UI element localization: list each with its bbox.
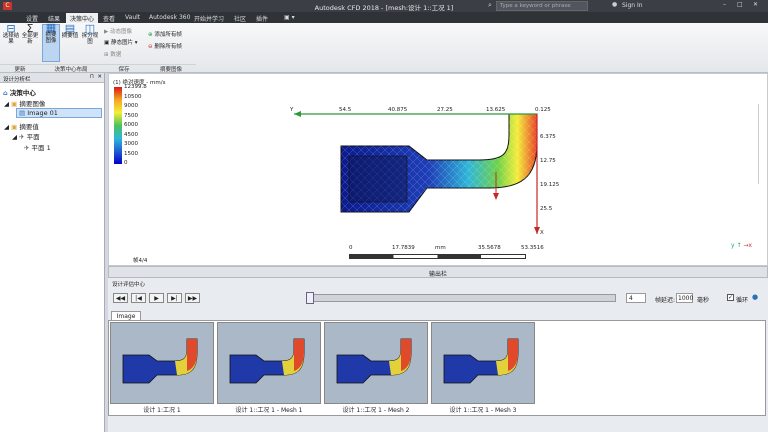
pipe-geometry (340, 113, 538, 213)
loop-checkbox[interactable]: ✓ (727, 294, 734, 301)
summary-value-button[interactable]: ▤ 摘要值 (61, 23, 79, 39)
next-frame-button[interactable]: ▶| (167, 293, 182, 303)
design-analysis-panel: 设计分析栏 ⊓ ✕ ⌂ 决策中心 ◢ ▣ 摘要图像 ▤ Image 01 ◢ ▣… (0, 73, 105, 432)
expand-icon[interactable]: ◢ (4, 123, 9, 131)
thumbnail-mesh-3[interactable] (431, 322, 535, 404)
interval-label: 帧延迟: (655, 297, 676, 304)
thumbnail-plot (443, 338, 519, 384)
plane-icon: ✈ (24, 144, 30, 152)
add-all-frames-button[interactable]: ⊕ 添加所有帧 (148, 30, 182, 38)
tab-autodesk-360[interactable]: Autodesk 360 (145, 13, 194, 23)
group-summary-image: 摘要图像 (146, 64, 196, 73)
maximize-icon[interactable]: □ (737, 1, 743, 8)
help-icon[interactable]: ● (752, 293, 758, 301)
group-update: 更新 (0, 64, 40, 73)
user-icon: ● (612, 1, 618, 8)
tab-addins[interactable]: 插件 (252, 13, 272, 23)
scale-label: mm (435, 245, 446, 251)
minimize-icon[interactable]: – (723, 1, 726, 8)
thumbnail-caption: 设计 1:工况 1 (143, 407, 181, 414)
interval-input[interactable]: 1000 (676, 293, 693, 303)
panel-header: 设计分析栏 ⊓ ✕ (0, 73, 104, 83)
delete-all-frames-button[interactable]: ⊖ 删除所有帧 (148, 42, 182, 50)
panel-close-icon[interactable]: ✕ (97, 74, 102, 80)
ribbon: ⊟ 选择结果 Σ 全部更新 ▦ 摘要图像 ▤ 摘要值 ◫ 拆分视图 ▶ 动态图像… (0, 22, 768, 73)
x-arrow-icon (534, 227, 540, 234)
y-arrow-icon (294, 111, 301, 117)
folder-icon: ▣ (11, 100, 18, 108)
frame-slider-track[interactable] (308, 294, 616, 302)
graphics-viewport[interactable]: (1) 绝对速度 - mm/s 12399.8 10500 9000 7500 6000… (108, 73, 768, 266)
scale-bar (349, 254, 526, 259)
frame-number-input[interactable]: 4 (626, 293, 646, 303)
thumbnail-case-1[interactable] (110, 322, 214, 404)
tab-view[interactable]: 查看 (99, 13, 119, 23)
scale-labels: 0 17.7839 mm 35.5678 53.3516 (109, 245, 768, 253)
select-results-button[interactable]: ⊟ 选择结果 (2, 23, 20, 46)
pin-icon[interactable]: ⊓ (90, 74, 94, 80)
dynamic-image-button[interactable]: ▶ 动态图像 (104, 27, 132, 35)
loop-label: 循环 (736, 297, 749, 304)
sign-in-link[interactable]: Sign In (622, 2, 643, 9)
static-image-button[interactable]: ▣ 静态图片 ▾ (104, 38, 137, 46)
update-all-button[interactable]: Σ 全部更新 (21, 23, 39, 46)
tab-get-started[interactable]: 开始并学习 (190, 13, 228, 23)
scale-label: 17.7839 (392, 245, 415, 251)
flow-plot (294, 111, 540, 234)
thumbnail-mesh-2[interactable] (324, 322, 428, 404)
folder-icon: ▣ (11, 123, 18, 131)
scale-label: 0 (349, 245, 353, 251)
add-frame-icon: ⊕ (148, 32, 153, 38)
thumbnail-caption: 设计 1::工况 1 - Mesh 2 (342, 407, 410, 414)
output-bar[interactable]: 输出栏 (108, 266, 768, 278)
close-icon[interactable]: ✕ (753, 1, 758, 8)
frame-counter: 帧4/4 (133, 258, 148, 264)
window-title: Autodesk CFD 2018 - [mesh:设计 1::工况 1] (314, 4, 454, 12)
tree-item-summary-values[interactable]: ◢ ▣ 摘要值 (4, 121, 39, 131)
summary-image-button[interactable]: ▦ 摘要图像 (42, 22, 60, 62)
thumbnail-mesh-1[interactable] (217, 322, 321, 404)
tree-item-planes[interactable]: ◢ ✈ 平面 (12, 131, 40, 141)
last-frame-button[interactable]: ▶▶ (185, 293, 200, 303)
camera-icon[interactable]: ▣ ▾ (280, 13, 299, 23)
image-icon: ▤ (19, 109, 26, 117)
nav-wheel[interactable] (758, 104, 766, 184)
thumbnail-caption: 设计 1::工况 1 - Mesh 1 (235, 407, 303, 414)
play-button[interactable]: ▶ (149, 293, 164, 303)
thumbnail-plot (336, 338, 412, 384)
ribbon-tab-bar: 设置 结果 决策中心 查看 Vault Autodesk 360 开始并学习 社… (0, 12, 768, 23)
thumbnail-plot (122, 338, 198, 384)
tree-item-summary-images[interactable]: ◢ ▣ 摘要图像 (4, 98, 45, 108)
search-icon[interactable]: ⌕ (488, 1, 492, 10)
search-input[interactable]: Type a keyword or phrase (496, 1, 588, 11)
thumbnail-plot (229, 338, 305, 384)
delete-frame-icon: ⊖ (148, 44, 153, 50)
tab-vault[interactable]: Vault (121, 13, 144, 23)
decision-center-icon: ⌂ (3, 89, 8, 97)
split-view-button[interactable]: ◫ 拆分视图 (81, 23, 99, 46)
expand-icon[interactable]: ◢ (12, 133, 17, 141)
plane-icon: ✈ (19, 133, 25, 141)
tree-item-decision-center[interactable]: ⌂ 决策中心 (3, 87, 36, 97)
data-button[interactable]: ⊞ 数据 (104, 50, 121, 58)
tab-community[interactable]: 社区 (230, 13, 250, 23)
expand-icon[interactable]: ◢ (4, 100, 9, 108)
scale-label: 35.5678 (478, 245, 501, 251)
group-save: 保存 (102, 64, 146, 73)
frame-slider-thumb[interactable] (306, 292, 314, 304)
flow-vector-arrow-icon (493, 193, 499, 200)
tree-item-image-01[interactable]: ▤ Image 01 (16, 108, 102, 118)
scale-label: 53.3516 (521, 245, 544, 251)
prev-frame-button[interactable]: |◀ (131, 293, 146, 303)
review-title: 设计评估中心 (112, 282, 146, 288)
title-bar: C Autodesk CFD 2018 - [mesh:设计 1::工况 1] … (0, 0, 768, 12)
axis-triad-icon: y ↑ →x (731, 242, 752, 249)
group-layout: 决策中心布局 (40, 64, 102, 73)
tree-item-plane-1[interactable]: ✈ 平面 1 (24, 142, 51, 152)
first-frame-button[interactable]: ◀◀ (113, 293, 128, 303)
interval-unit: 毫秒 (697, 297, 710, 304)
thumbnail-caption: 设计 1::工况 1 - Mesh 3 (449, 407, 517, 414)
